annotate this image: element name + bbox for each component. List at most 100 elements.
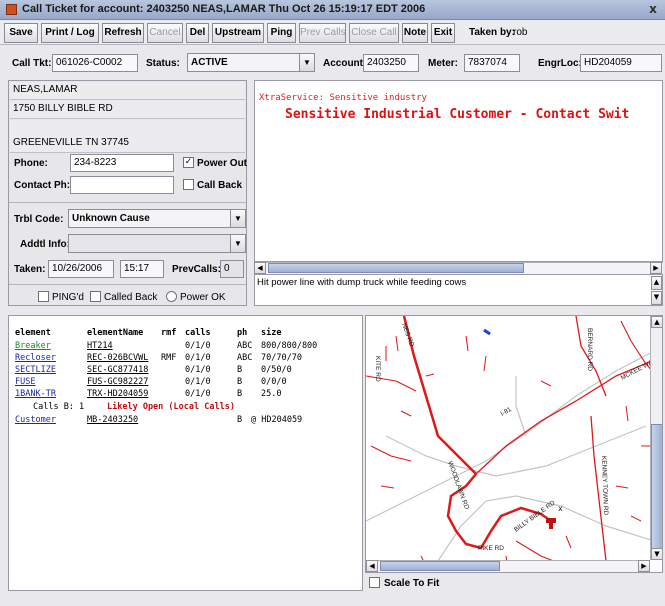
- scroll-thumb[interactable]: [651, 424, 662, 552]
- element-link[interactable]: Breaker: [15, 341, 51, 351]
- upstream-button[interactable]: Upstream: [212, 23, 264, 43]
- notes-horizontal-scrollbar[interactable]: ◀ ▶: [254, 262, 663, 274]
- rmf-cell: RMF: [161, 353, 177, 363]
- notes-line1: XtraService: Sensitive industry: [259, 93, 427, 103]
- customer-link[interactable]: Customer: [15, 415, 56, 425]
- element-link[interactable]: SECTLIZE: [15, 365, 56, 375]
- scroll-thumb[interactable]: [268, 263, 524, 273]
- phone-field[interactable]: 234-8223: [70, 154, 174, 172]
- column-header: calls: [185, 328, 211, 338]
- close-icon[interactable]: x: [646, 2, 660, 16]
- call-back-checkbox[interactable]: [183, 179, 194, 190]
- column-header: size: [261, 328, 282, 338]
- call-tkt-label: Call Tkt:: [12, 58, 52, 69]
- size-cell: @ HD204059: [251, 415, 303, 425]
- meter-field[interactable]: 7837074: [464, 54, 520, 72]
- status-bar: [0, 594, 665, 606]
- pingd-checkbox[interactable]: [38, 291, 49, 302]
- note-button[interactable]: Note: [402, 23, 428, 43]
- ph-cell: B: [237, 365, 243, 375]
- notes-line2: Sensitive Industrial Customer - Contact …: [285, 107, 630, 122]
- chevron-down-icon[interactable]: ▼: [230, 210, 245, 227]
- chevron-down-icon[interactable]: ▼: [299, 54, 314, 71]
- scroll-left-icon[interactable]: ◀: [366, 560, 378, 572]
- ph-cell: B: [237, 389, 243, 399]
- called-back-label: Called Back: [104, 292, 158, 303]
- scroll-up-icon[interactable]: ▲: [651, 276, 662, 290]
- scale-to-fit-checkbox[interactable]: [369, 577, 380, 588]
- element-link[interactable]: Recloser: [15, 353, 56, 363]
- taken-label: Taken:: [14, 264, 46, 275]
- ph-cell: B: [237, 415, 243, 425]
- scroll-up-icon[interactable]: ▲: [651, 316, 662, 328]
- taken-date-field[interactable]: 10/26/2006: [48, 260, 114, 278]
- delete-button[interactable]: Del: [186, 23, 209, 43]
- window-title: Call Ticket for account: 2403250 NEAS,LA…: [22, 3, 426, 15]
- element-name: SEC-GC877418: [87, 365, 149, 375]
- prev-calls-button[interactable]: Prev Calls: [299, 23, 346, 43]
- save-button[interactable]: Save: [4, 23, 38, 43]
- pingd-label: PING'd: [52, 292, 84, 303]
- map-selected-segment: [483, 328, 491, 336]
- addtl-info-label: Addtl Info:: [20, 239, 70, 250]
- size-cell: 70/70/70: [261, 353, 302, 363]
- power-ok-radio[interactable]: [166, 291, 177, 302]
- status-label: Status:: [146, 58, 180, 69]
- contact-ph-field[interactable]: [70, 176, 174, 194]
- close-call-button[interactable]: Close Call: [349, 23, 399, 43]
- called-back-checkbox[interactable]: [90, 291, 101, 302]
- refresh-button[interactable]: Refresh: [102, 23, 144, 43]
- element-link[interactable]: FUSE: [15, 377, 35, 387]
- chevron-down-icon[interactable]: ▼: [230, 235, 245, 252]
- engrloc-field[interactable]: HD204059: [580, 54, 662, 72]
- prevcalls-field: 0: [220, 260, 244, 278]
- comment-text: Hit power line with dump truck while fee…: [257, 277, 467, 288]
- cancel-button[interactable]: Cancel: [147, 23, 183, 43]
- status-select[interactable]: ACTIVE ▼: [187, 53, 315, 72]
- scroll-left-icon[interactable]: ◀: [254, 262, 266, 274]
- print-log-button[interactable]: Print / Log: [41, 23, 99, 43]
- comment-field[interactable]: Hit power line with dump truck while fee…: [254, 274, 663, 306]
- column-header: element: [15, 328, 51, 338]
- element-name: HT214: [87, 341, 113, 351]
- calls-summary-prefix: Calls B: 1: [33, 402, 85, 412]
- customer-address-line1: 1750 BILLY BIBLE RD: [10, 101, 245, 119]
- calls-cell: 0/1/0: [185, 365, 211, 375]
- scroll-thumb[interactable]: [380, 561, 500, 571]
- phone-label: Phone:: [14, 158, 48, 169]
- outage-marker: x: [558, 504, 563, 513]
- scroll-right-icon[interactable]: ▶: [638, 560, 650, 572]
- element-link[interactable]: 1BANK-TR: [15, 389, 56, 399]
- map-horizontal-scrollbar[interactable]: ◀ ▶: [366, 560, 650, 572]
- element-name: REC-026BCVWL: [87, 353, 149, 363]
- map-vertical-scrollbar[interactable]: ▲ ▼: [650, 316, 662, 560]
- power-out-checkbox[interactable]: ✓: [183, 157, 194, 168]
- addtl-info-select[interactable]: ▼: [68, 234, 246, 253]
- call-tkt-field[interactable]: 061026-C0002: [52, 54, 138, 72]
- road-label: NES RD: [400, 322, 415, 348]
- road-label: KENNEY TOWN RD: [600, 456, 609, 516]
- prevcalls-label: PrevCalls:: [172, 264, 221, 275]
- scroll-down-icon[interactable]: ▼: [651, 548, 662, 560]
- scroll-right-icon[interactable]: ▶: [650, 262, 662, 274]
- map-road-labels: NES RD KITE RD BERNARD RD MCKEE WAY I-81…: [374, 322, 658, 552]
- notes-area[interactable]: XtraService: Sensitive industry Sensitiv…: [254, 80, 663, 262]
- trbl-code-select[interactable]: Unknown Cause ▼: [68, 209, 246, 228]
- taken-time-field[interactable]: 15:17: [120, 260, 164, 278]
- scroll-down-icon[interactable]: ▼: [651, 291, 662, 305]
- engrloc-label: EngrLoc:: [538, 58, 582, 69]
- scale-to-fit-label: Scale To Fit: [384, 578, 440, 589]
- map-canvas[interactable]: x NES RD KITE RD BERNARD RD MCKEE WAY I-…: [366, 316, 663, 573]
- map-view[interactable]: x NES RD KITE RD BERNARD RD MCKEE WAY I-…: [365, 315, 663, 573]
- calls-cell: 0/1/0: [185, 341, 211, 351]
- calls-cell: 0/1/0: [185, 377, 211, 387]
- toolbar: Save Print / Log Refresh Cancel Del Upst…: [0, 21, 665, 45]
- account-field[interactable]: 2403250: [363, 54, 419, 72]
- taken-by-label: Taken by:: [469, 27, 515, 38]
- trbl-code-label: Trbl Code:: [14, 214, 64, 225]
- exit-button[interactable]: Exit: [431, 23, 455, 43]
- call-back-label: Call Back: [197, 180, 243, 191]
- size-cell: 25.0: [261, 389, 282, 399]
- element-name: FUS-GC982227: [87, 377, 149, 387]
- ping-button[interactable]: Ping: [267, 23, 296, 43]
